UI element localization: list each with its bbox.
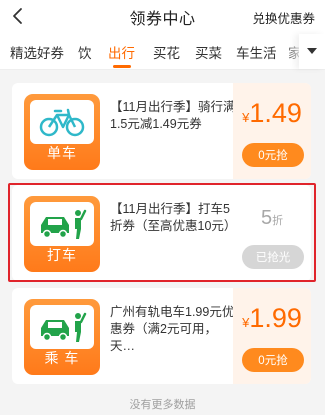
- coupon-icon-tile: 乘 车: [24, 299, 100, 375]
- page-title: 领券中心: [129, 11, 196, 28]
- grab-coupon-button[interactable]: 0元抢: [242, 143, 304, 167]
- coupon-category-label: 单车: [47, 145, 77, 161]
- coupon-icon-bg: [30, 100, 94, 144]
- coupon-card[interactable]: 单车 【11月出行季】骑行满1.5元减1.49元券 ¥1.49 0元抢: [12, 83, 311, 179]
- tab-travel[interactable]: 出行: [108, 42, 135, 62]
- coupon-icon-bg: [30, 305, 94, 349]
- tabs-dropdown-button[interactable]: [299, 34, 325, 69]
- redeem-coupon-link[interactable]: 兑换优惠券: [252, 8, 315, 27]
- price-value: 1.49: [249, 98, 302, 128]
- chevron-left-icon: [13, 8, 22, 24]
- back-button[interactable]: [6, 4, 30, 28]
- coupon-price-panel: ¥1.99 0元抢: [233, 288, 311, 384]
- coupon-title: 广州有轨电车1.99元优惠券（满2元可用，天…: [110, 305, 235, 353]
- rail-car-icon: [41, 312, 87, 342]
- bicycle-icon: [39, 108, 85, 137]
- active-tab-indicator: [113, 65, 131, 68]
- grab-coupon-button[interactable]: 0元抢: [242, 348, 304, 372]
- tab-partial[interactable]: 饮: [78, 42, 93, 62]
- no-more-data-text: 没有更多数据: [129, 399, 196, 411]
- tab-groceries[interactable]: 买菜: [195, 42, 222, 62]
- tab-selected-coupons[interactable]: 精选好券: [10, 42, 64, 62]
- coupon-price-panel: ¥1.49 0元抢: [233, 83, 311, 179]
- header-bar: 领券中心 兑换优惠券: [0, 0, 325, 34]
- tab-flowers[interactable]: 买花: [153, 42, 180, 62]
- highlight-frame: [8, 183, 316, 282]
- tab-partial-label: 饮: [78, 46, 92, 61]
- coupon-title: 【11月出行季】骑行满1.5元减1.49元券: [110, 100, 236, 131]
- coupon-card[interactable]: 乘 车 广州有轨电车1.99元优惠券（满2元可用，天… ¥1.99 0元抢: [12, 288, 311, 384]
- caret-down-icon: [307, 48, 317, 54]
- coupon-icon-tile: 单车: [24, 94, 100, 170]
- category-tabs: 精选好券 饮 出行 买花 买菜 车生活 家: [0, 34, 325, 70]
- coupon-price: ¥1.99: [233, 303, 311, 334]
- coupon-category-label: 乘 车: [44, 350, 80, 366]
- coupon-price: ¥1.49: [233, 98, 311, 129]
- tab-car-life[interactable]: 车生活: [236, 42, 277, 62]
- price-value: 1.99: [249, 303, 302, 333]
